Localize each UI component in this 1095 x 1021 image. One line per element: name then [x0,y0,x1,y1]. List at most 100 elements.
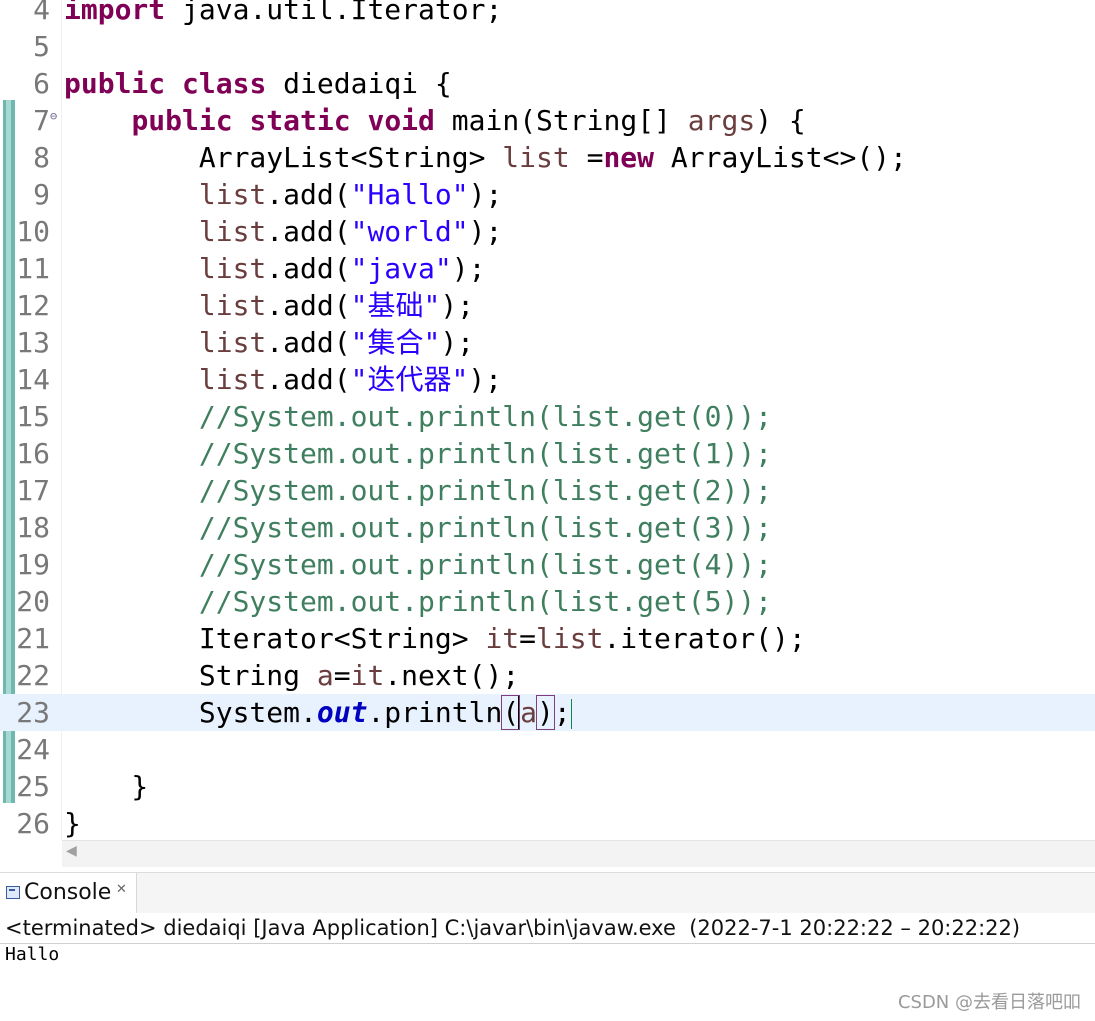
horizontal-scrollbar[interactable]: ◀ [62,840,1095,867]
code-line[interactable]: 7 ⊖ public static void main(String[] args… [0,102,1095,139]
code-token: ); [468,215,503,248]
line-number: 14 [16,363,50,396]
code-token: ( [501,695,521,730]
code-token: //System.out.println(list.get(1)); [198,437,773,470]
code-token: new [603,141,655,174]
code-token: main(String[] [434,104,688,137]
code-token: //System.out.println(list.get(4)); [198,548,773,581]
code-line[interactable]: 15 //System.out.println(list.get(0)); [0,398,1095,435]
code-line[interactable]: 13 list.add("集合"); [0,324,1095,361]
console-status-text: <terminated> diedaiqi [Java Application]… [5,916,1021,940]
code-line[interactable]: 6 public class diedaiqi { [0,65,1095,102]
code-token: ArrayList<>(); [654,141,907,174]
code-line[interactable]: 23 System.out.println(a); [0,694,1095,731]
code-line[interactable]: 8 ArrayList<String> list =new ArrayList<… [0,139,1095,176]
fold-collapse-icon[interactable]: ⊖ [50,98,57,135]
code-line[interactable]: 4 import java.util.Iterator; [0,0,1095,28]
code-text: System.out.println(a); [64,694,572,731]
line-number: 8 [33,141,50,174]
code-token: //System.out.println(list.get(0)); [198,400,773,433]
line-number: 12 [16,289,50,322]
code-line[interactable]: 17 //System.out.println(list.get(2)); [0,472,1095,509]
line-number: 15 [16,400,50,433]
code-line[interactable]: 22 String a=it.next(); [0,657,1095,694]
line-number: 18 [16,511,50,544]
code-token: ) [536,695,555,730]
code-token: .iterator(); [603,622,806,655]
code-token: ); [468,178,503,211]
code-line[interactable]: 16 //System.out.println(list.get(1)); [0,435,1095,472]
line-number: 21 [16,622,50,655]
code-line[interactable]: 19 //System.out.println(list.get(4)); [0,546,1095,583]
code-token: //System.out.println(list.get(5)); [198,585,773,618]
code-editor[interactable]: 4 import java.util.Iterator; 5 6 public clas… [0,0,1095,840]
code-text: list.add("迭代器"); [64,361,502,398]
line-number: 22 [16,659,50,692]
code-token: //System.out.println(list.get(3)); [198,511,773,544]
code-token: .add( [266,252,351,285]
code-line[interactable]: 9 list.add("Hallo"); [0,176,1095,213]
text-cursor [570,699,572,729]
line-number: 5 [33,30,50,63]
code-text: //System.out.println(list.get(1)); [64,435,772,472]
code-token: "基础" [350,289,441,322]
code-token: import [64,0,166,26]
code-text: String a=it.next(); [64,657,519,694]
line-number: 6 [33,67,50,100]
code-token: "world" [350,215,469,248]
console-tab-label: Console [24,880,112,905]
code-text: } [64,768,148,805]
code-text: list.add("java"); [64,250,486,287]
console-view-header: Console ✕ [0,872,1095,914]
code-line[interactable]: 20 //System.out.println(list.get(5)); [0,583,1095,620]
code-text: public static void main(String[] args) { [64,102,805,139]
code-text: Iterator<String> it=list.iterator(); [64,620,806,657]
code-line[interactable]: 24 [0,731,1095,768]
code-line[interactable]: 14 list.add("迭代器"); [0,361,1095,398]
code-token: a [316,659,334,692]
code-line[interactable]: 11 list.add("java"); [0,250,1095,287]
code-token: list [536,622,604,655]
line-number: 23 [16,696,50,729]
code-token: void [367,104,435,137]
code-token: out [316,696,368,729]
line-number: 26 [16,807,50,840]
code-line[interactable]: 12 list.add("基础"); [0,287,1095,324]
line-number: 13 [16,326,50,359]
scroll-left-arrow-icon[interactable]: ◀ [66,843,77,859]
code-token: .add( [266,178,351,211]
code-text: //System.out.println(list.get(0)); [64,398,772,435]
code-token: list [198,326,267,359]
code-text: list.add("集合"); [64,324,474,361]
close-icon[interactable]: ✕ [116,870,127,910]
code-token: ArrayList<String> [64,141,503,174]
code-token: .add( [266,215,351,248]
code-token: diedaiqi { [266,67,452,100]
code-text: import java.util.Iterator; [64,0,502,28]
code-line[interactable]: 25 } [0,768,1095,805]
code-token: .println [367,696,503,729]
code-line[interactable]: 26} [0,805,1095,840]
code-token: System. [64,696,317,729]
code-token: list [502,141,570,174]
code-line[interactable]: 10 list.add("world"); [0,213,1095,250]
code-line[interactable]: 21 Iterator<String> it=list.iterator(); [0,620,1095,657]
code-text: //System.out.println(list.get(4)); [64,546,772,583]
code-line[interactable]: 18 //System.out.println(list.get(3)); [0,509,1095,546]
line-number: 7 [33,104,50,137]
code-token: a [518,696,538,729]
line-number: 4 [33,0,50,26]
code-token: public [131,104,233,137]
tab-console[interactable]: Console ✕ [0,873,137,913]
code-line[interactable]: 5 [0,28,1095,65]
line-number: 9 [33,178,50,211]
